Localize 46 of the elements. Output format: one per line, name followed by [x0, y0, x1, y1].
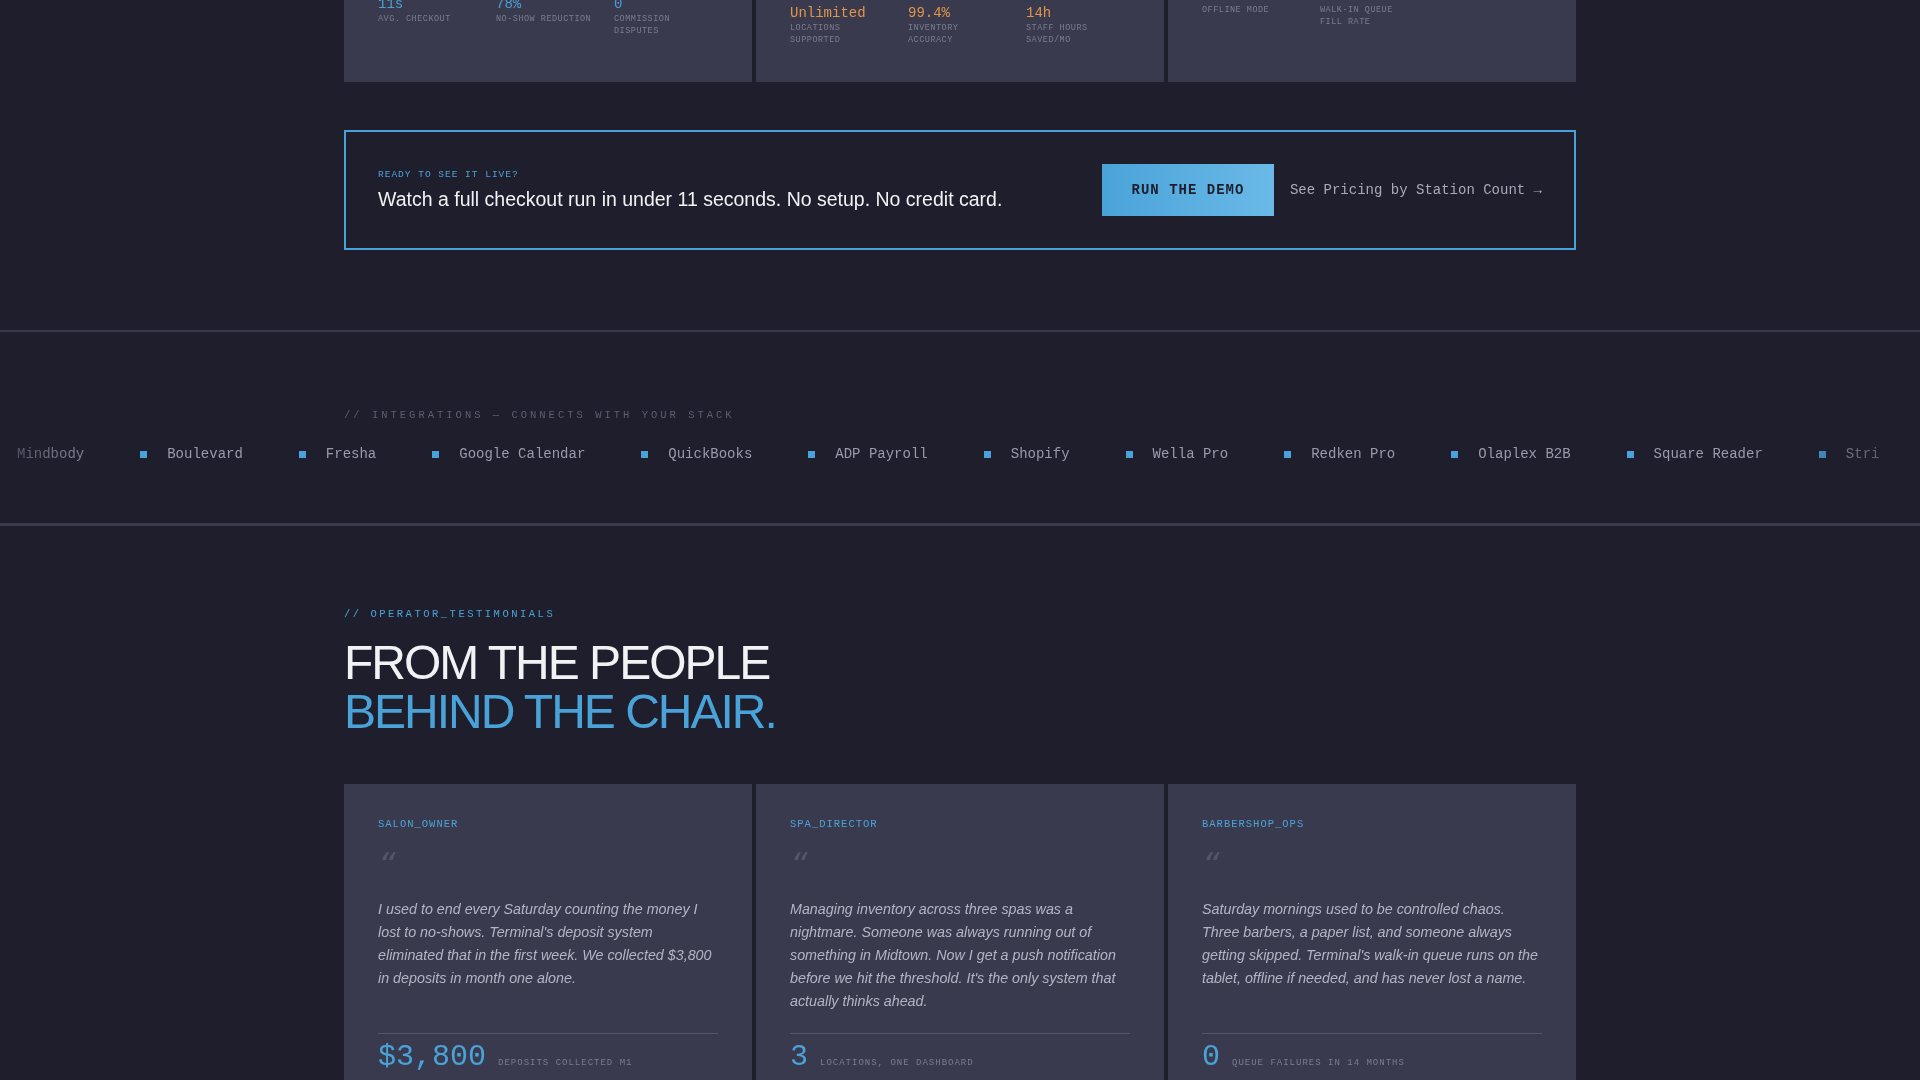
integration-name: Redken Pro	[1311, 446, 1396, 462]
quote-mark: “	[378, 850, 396, 880]
integrations-label: // INTEGRATIONS — CONNECTS WITH YOUR STACK	[344, 409, 735, 421]
role-label: SALON_OWNER	[378, 818, 459, 830]
integration-name: Boulevard	[167, 446, 243, 462]
stat-value: 14h	[1026, 4, 1053, 22]
integration-name: QuickBooks	[668, 446, 753, 462]
cta-headline: Watch a full checkout run in under 11 seconds. No setup. No credit card.	[378, 188, 1004, 211]
stat-label: INVENTORY ACCURACY	[908, 22, 960, 46]
stat-label: NO-SHOW REDUCTION	[496, 13, 592, 25]
stat-label: DEPOSITS COLLECTED M1	[498, 1058, 633, 1068]
stat-label: STAFF HOURS SAVED/MO	[1026, 22, 1089, 46]
testimonial-quote: Managing inventory across three spas was a nightmare. Someone was always running out of something in Midtown. Now I get a push notification before we hit the threshold. It's the only system that actually thinks ahead.	[790, 900, 1117, 1011]
stat-label: AVG. CHECKOUT	[378, 13, 452, 25]
stat-value: 0	[1202, 1042, 1220, 1072]
integration-name: ADP Payroll	[835, 446, 928, 462]
integration-name: Square Reader	[1653, 446, 1763, 462]
integration-name: Google Calendar	[459, 446, 586, 462]
section-heading: FROM THE PEOPLE	[344, 638, 770, 687]
cta-eyebrow: READY TO SEE IT LIVE?	[378, 169, 520, 180]
integration-name: Olaplex B2B	[1478, 446, 1571, 462]
testimonial-quote: I used to end every Saturday counting the money I lost to no-shows. Terminal's deposit system eliminated that in the first week. We collected $3,800 in deposits in month one alone.	[378, 900, 713, 988]
testimonial-quote: Saturday mornings used to be controlled chaos. Three barbers, a paper list, and someone always getting skipped. Terminal's walk-in queue runs on the tablet, offline if needed, and has never lost a name.	[1202, 900, 1539, 988]
stat-value: Unlimited	[790, 4, 867, 22]
stat-label: LOCATIONS, ONE DASHBOARD	[820, 1058, 974, 1068]
stat-value: $3,800	[378, 1042, 487, 1072]
section-eyebrow: // OPERATOR_TESTIMONIALS	[344, 608, 557, 620]
run-demo-button[interactable]: RUN THE DEMO	[1101, 164, 1274, 216]
integration-name: Shopify	[1010, 446, 1070, 462]
stat-label: OFFLINE MODE	[1202, 4, 1271, 16]
stat-value: 99.4%	[908, 4, 951, 22]
integration-name: Mindbody	[17, 446, 85, 462]
pricing-link[interactable]: See Pricing by Station Count →	[1289, 182, 1542, 198]
stat-label: LOCATIONS SUPPORTED	[790, 22, 842, 46]
quote-mark: “	[1202, 850, 1220, 880]
stat-label: COMMISSION DISPUTES	[614, 13, 671, 37]
integration-name: Stri	[1845, 446, 1880, 462]
section-heading-accent: BEHIND THE CHAIR.	[344, 687, 776, 736]
stat-value: 3	[790, 1042, 808, 1072]
stat-label: QUEUE FAILURES IN 14 MONTHS	[1232, 1058, 1405, 1068]
integration-name: Wella Pro	[1152, 446, 1229, 462]
quote-mark: “	[790, 850, 808, 880]
stat-label: WALK-IN QUEUE FILL RATE	[1320, 4, 1394, 28]
role-label: BARBERSHOP_OPS	[1202, 818, 1305, 830]
role-label: SPA_DIRECTOR	[790, 818, 878, 830]
integration-name: Fresha	[325, 446, 377, 462]
